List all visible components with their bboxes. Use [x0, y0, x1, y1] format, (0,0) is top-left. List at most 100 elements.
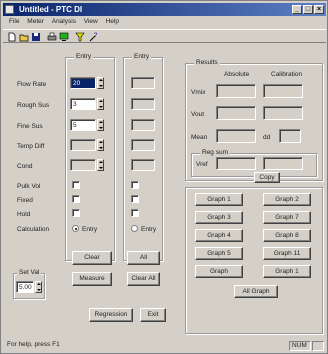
svg-text:?: ? — [94, 33, 98, 39]
save-icon[interactable] — [31, 32, 41, 42]
close-button[interactable]: × — [314, 5, 324, 14]
set-value-field[interactable]: 5.00 — [16, 281, 34, 293]
new-icon[interactable] — [7, 32, 17, 42]
fixed-checkbox-2[interactable] — [131, 195, 139, 203]
flow-rate-label: Flow Rate — [17, 81, 47, 88]
graph-5-button[interactable]: Graph 5 — [195, 247, 243, 260]
title-bar[interactable]: Untitled - PTC DI _ □ × — [3, 3, 326, 16]
graph-3-button[interactable]: Graph 3 — [195, 211, 243, 224]
flow-rate-field-2[interactable] — [131, 77, 155, 89]
vref-absolute-field — [216, 157, 256, 170]
fine-sus-field[interactable]: 5 — [70, 119, 96, 131]
fine-sus-spinner[interactable] — [97, 119, 104, 131]
flow-rate-spinner[interactable] — [97, 77, 104, 89]
app-icon — [5, 5, 14, 14]
minimize-button[interactable]: _ — [292, 5, 302, 14]
maximize-button[interactable]: □ — [303, 5, 313, 14]
calc-radio-2-label: Entry — [141, 226, 157, 233]
regression-button[interactable]: Regression — [89, 308, 133, 322]
vref-calibration-field — [263, 157, 303, 170]
calc-radio-2[interactable] — [131, 225, 138, 232]
cond-field[interactable] — [70, 159, 96, 171]
measure-button[interactable]: Measure — [72, 272, 112, 286]
rough-sus-field[interactable]: 3 — [70, 98, 96, 110]
calibration-header: Calibration — [271, 71, 303, 78]
graph-group — [185, 187, 323, 334]
copy-button[interactable]: Copy — [254, 172, 280, 183]
status-panel-empty — [312, 341, 324, 351]
vmix-absolute-field — [216, 84, 256, 98]
all-graph-button[interactable]: All Graph — [234, 285, 278, 298]
rough-sus-spinner[interactable] — [97, 98, 104, 110]
hold-checkbox-2[interactable] — [131, 209, 139, 217]
entry-group-1-label: Entry — [74, 53, 94, 60]
cond-spinner[interactable] — [97, 159, 104, 171]
cond-field-2[interactable] — [131, 159, 155, 171]
all-button[interactable]: All — [127, 251, 160, 265]
clear-button[interactable]: Clear — [72, 251, 112, 265]
pulk-vol-checkbox-2[interactable] — [131, 181, 139, 189]
cond-label: Cond — [17, 163, 33, 170]
temp-diff-field[interactable] — [70, 139, 96, 151]
set-value-spinner[interactable] — [35, 281, 42, 293]
results-label: Results — [194, 59, 220, 66]
menu-meter[interactable]: Meter — [27, 17, 44, 27]
graph-1b-button[interactable]: Graph 1 — [263, 265, 311, 278]
calc-radio-1[interactable] — [72, 225, 79, 232]
print-icon[interactable] — [47, 32, 57, 42]
dd-field — [279, 129, 301, 143]
flow-rate-field[interactable]: 20 — [70, 77, 96, 89]
hold-label: Hold — [17, 211, 31, 218]
pulk-vol-label: Pulk Vol — [17, 183, 41, 190]
status-text: For help, press F1 — [7, 341, 60, 348]
graph-button[interactable]: Graph — [195, 265, 243, 278]
status-bar: For help, press F1 NUM — [3, 340, 326, 352]
calculation-label: Calculation — [17, 226, 50, 233]
entry-group-2-label: Entry — [132, 53, 152, 60]
app-window: Untitled - PTC DI _ □ × File Meter Analy… — [0, 0, 328, 354]
clear-all-button[interactable]: Clear All — [127, 272, 160, 286]
graph-4-button[interactable]: Graph 4 — [195, 229, 243, 242]
vout-calibration-field — [263, 106, 303, 120]
graph-1-button[interactable]: Graph 1 — [195, 193, 243, 206]
vout-absolute-field — [216, 106, 256, 120]
mean-label: Mean — [191, 134, 208, 141]
vref-label: Vref — [196, 161, 208, 168]
reg-sum-label: Reg sum — [200, 149, 231, 156]
temp-diff-spinner[interactable] — [97, 139, 104, 151]
graph-2-button[interactable]: Graph 2 — [263, 193, 311, 206]
filter-icon[interactable] — [75, 32, 85, 42]
menu-view[interactable]: View — [84, 17, 98, 27]
toolbar: ? — [3, 29, 326, 43]
vout-label: Vout — [191, 111, 205, 118]
absolute-header: Absolute — [224, 71, 250, 78]
fixed-label: Fixed — [17, 197, 33, 204]
graph-8-button[interactable]: Graph 8 — [263, 229, 311, 242]
menu-help[interactable]: Help — [106, 17, 119, 27]
open-icon[interactable] — [19, 32, 29, 42]
rough-sus-field-2[interactable] — [131, 98, 155, 110]
graph-11-button[interactable]: Graph 11 — [263, 247, 311, 260]
dd-label: dd — [263, 134, 271, 141]
fixed-checkbox[interactable] — [72, 195, 80, 203]
mean-field — [216, 129, 256, 143]
exit-button[interactable]: Exit — [140, 308, 166, 322]
window-title: Untitled - PTC DI — [19, 5, 83, 14]
graph-7-button[interactable]: Graph 7 — [263, 211, 311, 224]
calc-radio-1-label: Entry — [82, 226, 98, 233]
num-indicator: NUM — [289, 341, 311, 351]
set-value-label: Set Val — [17, 269, 42, 276]
vmix-calibration-field — [263, 84, 303, 98]
temp-diff-field-2[interactable] — [131, 139, 155, 151]
fine-sus-field-2[interactable] — [131, 119, 155, 131]
fine-sus-label: Fine Sus — [17, 123, 43, 130]
help-icon[interactable]: ? — [89, 32, 99, 42]
menu-bar: File Meter Analysis View Help — [3, 17, 326, 27]
hold-checkbox[interactable] — [72, 209, 80, 217]
vmix-label: Vmix — [191, 89, 206, 96]
menu-file[interactable]: File — [9, 17, 19, 27]
monitor-icon[interactable] — [59, 32, 69, 42]
temp-diff-label: Temp Diff — [17, 143, 45, 150]
menu-analysis[interactable]: Analysis — [52, 17, 76, 27]
pulk-vol-checkbox[interactable] — [72, 181, 80, 189]
